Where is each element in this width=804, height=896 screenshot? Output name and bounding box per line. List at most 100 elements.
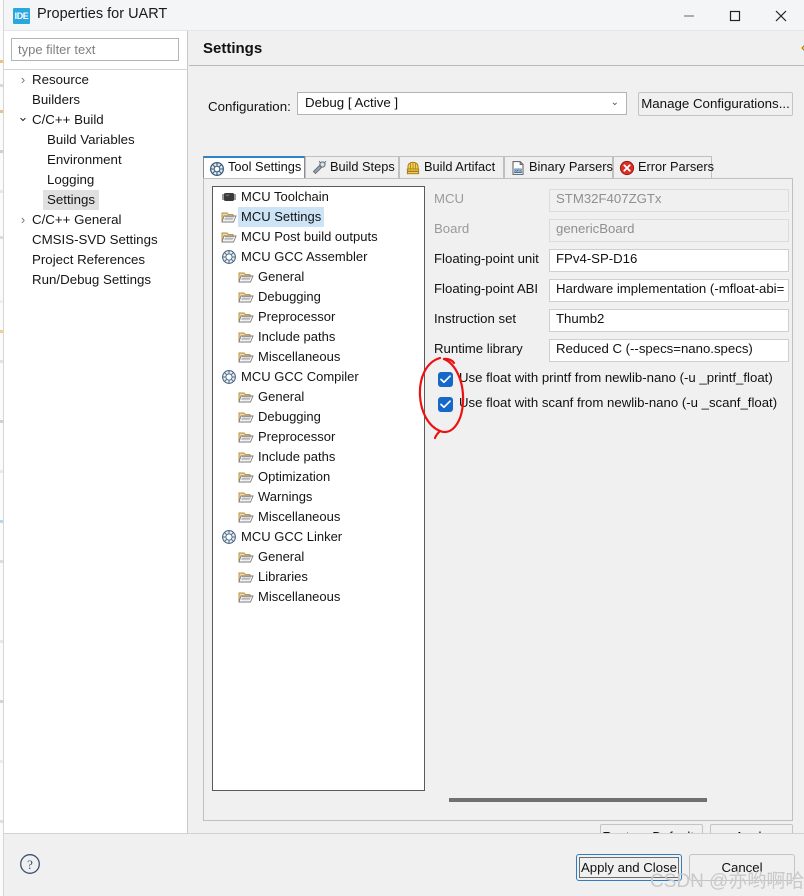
sidebar-item-c-c-build[interactable]: ⌄ C/C++ Build — [4, 110, 187, 130]
tool-tree-item[interactable]: MCU Toolchain — [213, 187, 424, 207]
error-parsers-icon — [619, 160, 635, 176]
page-title: Settings — [203, 40, 263, 57]
properties-dialog: IDE Properties for UART ›Resource Builder… — [3, 0, 804, 896]
field-label: Floating-point unit — [434, 251, 539, 266]
tool-tree-item[interactable]: Miscellaneous — [213, 507, 424, 527]
sidebar-item-logging[interactable]: Logging — [4, 170, 187, 190]
tool-tree-item[interactable]: General — [213, 547, 424, 567]
sidebar-item-label: C/C++ Build — [32, 112, 104, 127]
tool-tree-item[interactable]: ⌄MCU GCC Linker — [213, 527, 424, 547]
field-value: FPv4-SP-D16 — [556, 251, 638, 266]
sidebar-item-project-references[interactable]: Project References — [4, 250, 187, 270]
tool-tree-label: Miscellaneous — [258, 589, 341, 604]
maximize-button[interactable] — [712, 0, 758, 31]
form-row: Floating-point ABI Hardware implementatio… — [434, 279, 789, 303]
chevron-down-icon: ⌄ — [610, 97, 619, 108]
tool-settings-panel: MCU Toolchain MCU Settings MCU Post build … — [203, 179, 793, 821]
chip-icon — [221, 189, 237, 205]
build-steps-icon — [311, 160, 327, 176]
checkbox-row[interactable]: Use float with printf from newlib-nano (… — [434, 370, 789, 391]
tool-tree-label: General — [258, 269, 305, 284]
sidebar-item-resource[interactable]: › Resource — [4, 70, 187, 90]
apply-and-close-label: Apply and Close — [580, 860, 678, 875]
tab-bar[interactable]: Tool Settings Build Steps Build Artifact 01… — [203, 156, 793, 179]
tool-tree-item[interactable]: Preprocessor — [213, 307, 424, 327]
tab-build-steps[interactable]: Build Steps — [305, 156, 399, 179]
mcu-settings-form: MCU STM32F407ZGTx Board genericBoard Floatin… — [434, 186, 789, 791]
sidebar-item-label: Builders — [32, 92, 81, 107]
sidebar-item-settings[interactable]: Settings — [4, 190, 187, 210]
toolchain-icon — [221, 249, 237, 265]
tool-tree-item[interactable]: MCU Settings — [213, 207, 424, 227]
sidebar-item-environment[interactable]: Environment — [4, 150, 187, 170]
close-button[interactable] — [758, 0, 804, 31]
filter-input[interactable] — [11, 38, 179, 61]
form-row: Board genericBoard — [434, 219, 789, 243]
tool-tree-item[interactable]: Optimization — [213, 467, 424, 487]
tool-category-tree[interactable]: MCU Toolchain MCU Settings MCU Post build … — [212, 186, 425, 791]
sidebar-item-c-c-general[interactable]: › C/C++ General — [4, 210, 187, 230]
tool-tree-item[interactable]: Include paths — [213, 447, 424, 467]
tool-tree-item[interactable]: Preprocessor — [213, 427, 424, 447]
chevron-right-icon[interactable]: › — [16, 210, 30, 230]
back-arrow-icon[interactable] — [799, 37, 804, 59]
field-value: genericBoard — [556, 221, 635, 236]
scrollbar-thumb[interactable] — [449, 798, 707, 802]
chevron-down-icon[interactable]: ⌄ — [16, 110, 30, 130]
tool-tree-item[interactable]: ⌄MCU GCC Compiler — [213, 367, 424, 387]
folder-icon — [238, 329, 254, 345]
mcu-field: STM32F407ZGTx — [549, 189, 789, 212]
tab-label: Tool Settings — [228, 159, 302, 174]
svg-text:010: 010 — [515, 168, 523, 173]
tool-tree-item[interactable]: Warnings — [213, 487, 424, 507]
tool-tree-label: Warnings — [258, 489, 313, 504]
checkbox-printf-float[interactable] — [438, 372, 453, 387]
settings-content-pane: Settings ▼ ▼ — [189, 31, 804, 850]
field-value: Thumb2 — [556, 311, 605, 326]
folder-icon — [238, 349, 254, 365]
sidebar-item-builders[interactable]: Builders — [4, 90, 187, 110]
help-icon[interactable]: ? — [19, 853, 41, 880]
folder-icon — [238, 589, 254, 605]
runtime-library-field[interactable]: Reduced C (--specs=nano.specs) — [549, 339, 789, 362]
checkbox-row[interactable]: Use float with scanf from newlib-nano (-… — [434, 395, 789, 416]
tool-tree-item[interactable]: MCU Post build outputs — [213, 227, 424, 247]
tab-build-artifact[interactable]: Build Artifact — [399, 156, 504, 179]
horizontal-scrollbar[interactable] — [434, 795, 786, 805]
field-label: Board — [434, 221, 470, 236]
tab-binary-parsers[interactable]: 010 Binary Parsers — [504, 156, 613, 179]
tab-error-parsers[interactable]: Error Parsers — [613, 156, 714, 179]
title-bar: IDE Properties for UART — [4, 0, 804, 31]
folder-icon — [221, 229, 237, 245]
configuration-select[interactable]: Debug [ Active ] ⌄ — [297, 92, 627, 115]
configuration-value: Debug [ Active ] — [305, 95, 399, 110]
folder-icon — [238, 449, 254, 465]
checkbox-label: Use float with scanf from newlib-nano (-… — [459, 395, 778, 410]
floating-point-abi-field[interactable]: Hardware implementation (-mfloat-abi= — [549, 279, 789, 302]
tool-tree-item[interactable]: Include paths — [213, 327, 424, 347]
tool-tree-item[interactable]: Miscellaneous — [213, 587, 424, 607]
chevron-right-icon[interactable]: › — [16, 70, 30, 90]
tool-tree-item[interactable]: ⌄MCU GCC Assembler — [213, 247, 424, 267]
floating-point-unit-field[interactable]: FPv4-SP-D16 — [549, 249, 789, 272]
sidebar-item-cmsis-svd-settings[interactable]: CMSIS-SVD Settings — [4, 230, 187, 250]
checkbox-scanf-float[interactable] — [438, 397, 453, 412]
manage-configurations-button[interactable]: Manage Configurations... — [638, 92, 793, 116]
tool-tree-item[interactable]: General — [213, 267, 424, 287]
board-field: genericBoard — [549, 219, 789, 242]
svg-text:?: ? — [27, 857, 33, 872]
tool-tree-label: Preprocessor — [258, 429, 336, 444]
settings-tree[interactable]: › Resource Builders ⌄ C/C++ Build Build Varia… — [4, 70, 187, 290]
tool-tree-item[interactable]: Debugging — [213, 287, 424, 307]
tool-tree-item[interactable]: Miscellaneous — [213, 347, 424, 367]
tool-tree-item[interactable]: Libraries — [213, 567, 424, 587]
folder-icon — [238, 469, 254, 485]
sidebar-item-run-debug-settings[interactable]: Run/Debug Settings — [4, 270, 187, 290]
tool-tree-item[interactable]: Debugging — [213, 407, 424, 427]
field-value: STM32F407ZGTx — [556, 191, 662, 206]
tool-tree-item[interactable]: General — [213, 387, 424, 407]
sidebar-item-build-variables[interactable]: Build Variables — [4, 130, 187, 150]
instruction-set-field[interactable]: Thumb2 — [549, 309, 789, 332]
tab-tool-settings[interactable]: Tool Settings — [203, 156, 305, 179]
minimize-button[interactable] — [666, 0, 712, 31]
